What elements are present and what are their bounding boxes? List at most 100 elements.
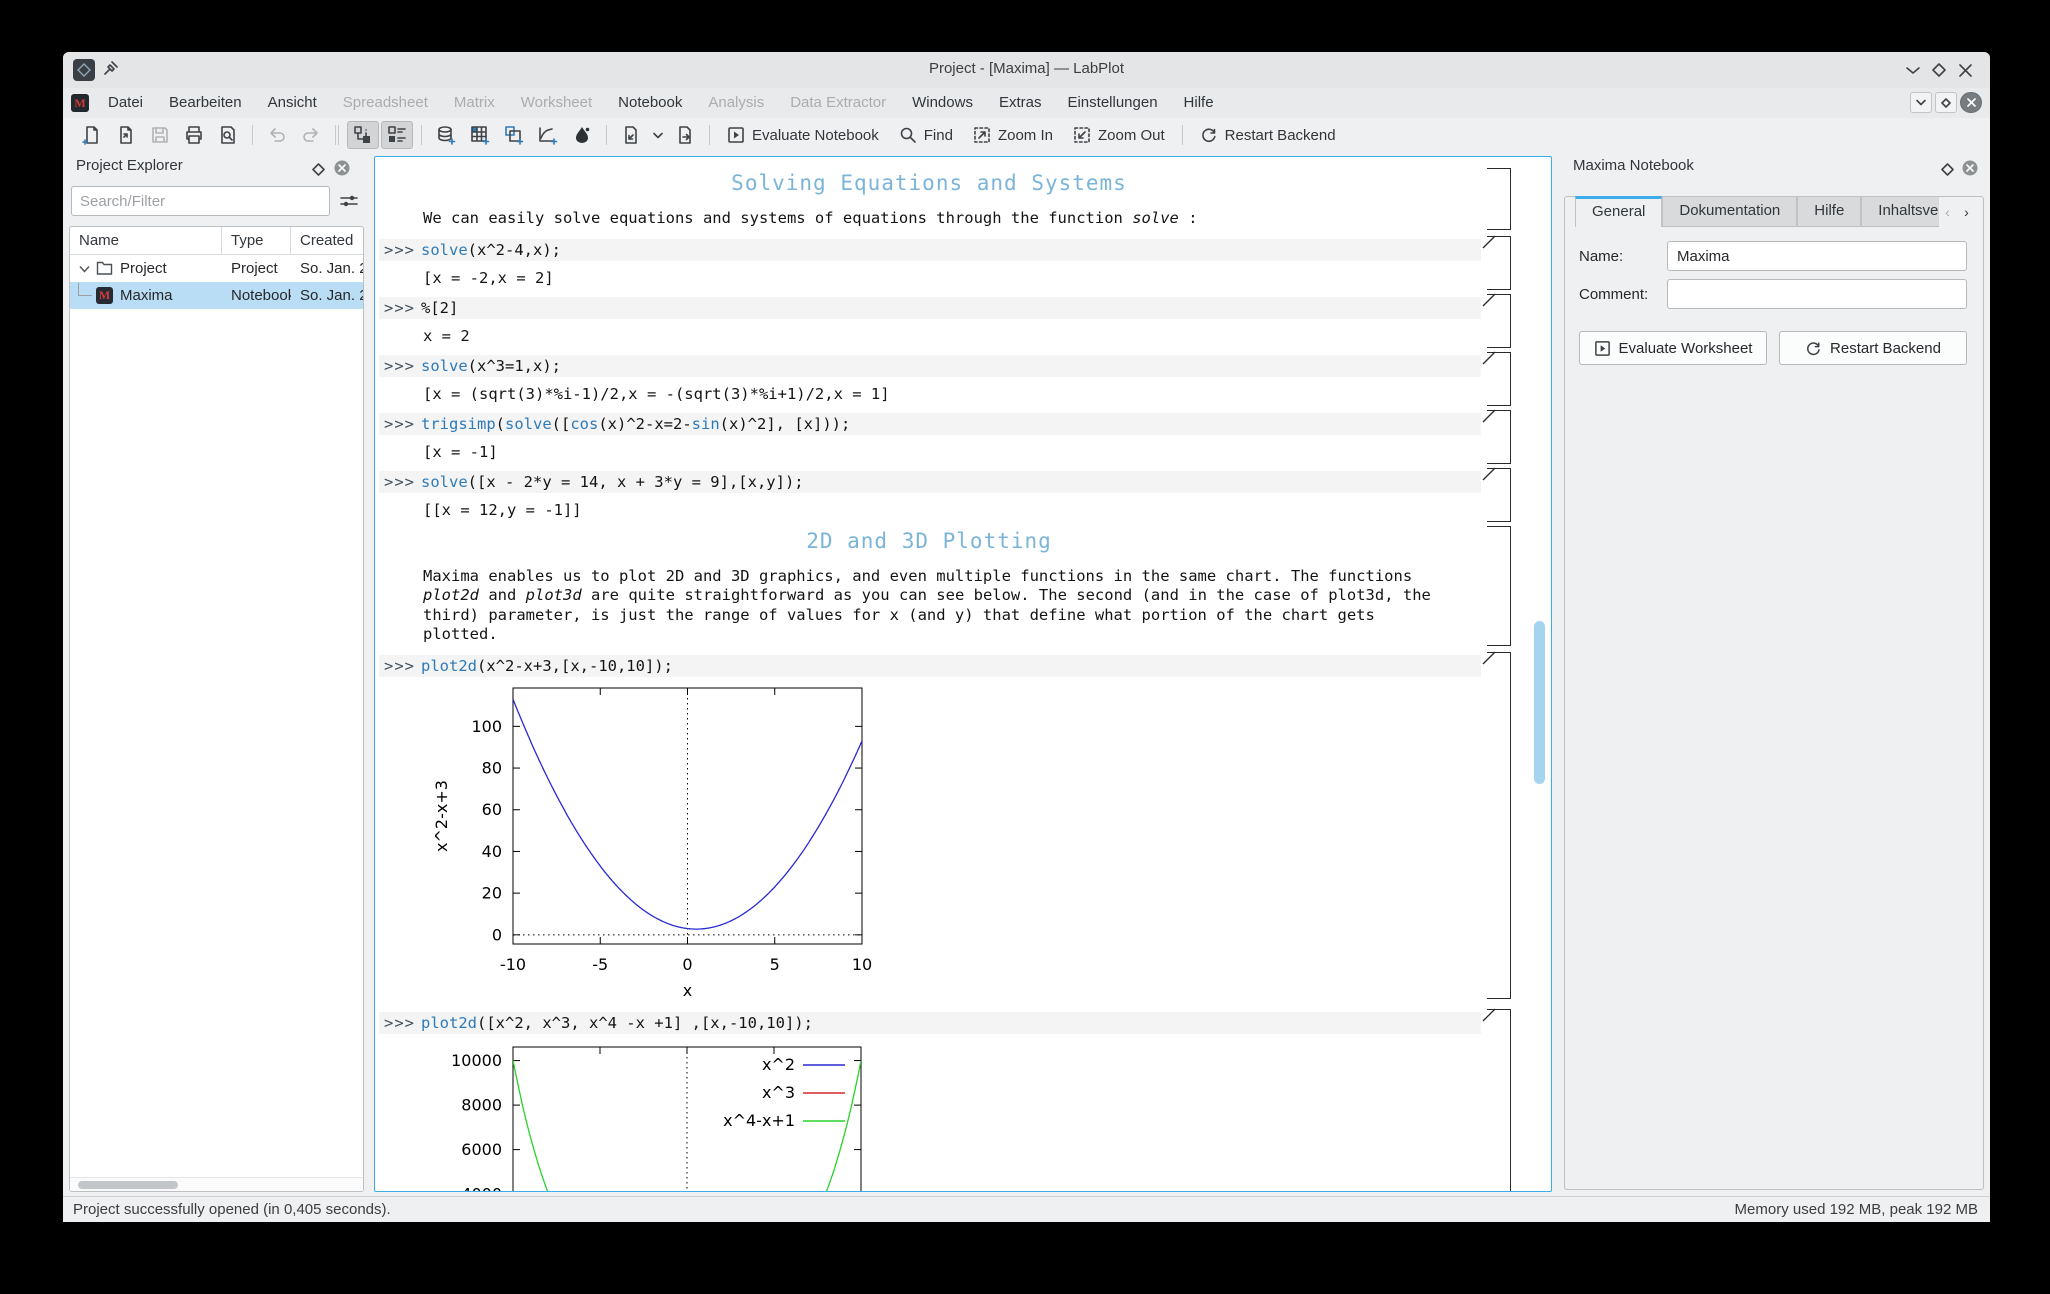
new-notebook-button[interactable]: [566, 121, 598, 149]
restart-backend-button[interactable]: Restart Backend: [1779, 331, 1967, 365]
tabs-scroll-left-icon[interactable]: ‹: [1939, 201, 1956, 223]
cell-bracket[interactable]: [1482, 1008, 1511, 1191]
mdi-minimize-button[interactable]: [1910, 92, 1932, 113]
menu-extras[interactable]: Extras: [986, 88, 1055, 118]
new-worksheet-button[interactable]: [498, 121, 530, 149]
command-code[interactable]: solve([x - 2*y = 14, x + 3*y = 9],[x,y])…: [421, 473, 804, 491]
cell-bracket[interactable]: [1482, 235, 1511, 290]
tree-item-created: So. Jan. 2 18:: [300, 287, 363, 304]
open-project-button[interactable]: [110, 121, 142, 149]
command-code[interactable]: solve(x^2-4,x);: [421, 241, 561, 259]
vertical-scrollbar[interactable]: [1533, 159, 1547, 1189]
vertical-scrollbar-thumb[interactable]: [1534, 621, 1545, 784]
command-code[interactable]: solve(x^3=1,x);: [421, 357, 561, 375]
tree-branch-line: [78, 282, 92, 296]
name-field[interactable]: [1667, 241, 1967, 271]
toggle-project-explorer-button[interactable]: [347, 121, 379, 149]
print-button[interactable]: [178, 121, 210, 149]
evaluate-notebook-button[interactable]: Evaluate Notebook: [717, 121, 889, 149]
properties-title: Maxima Notebook: [1573, 157, 1694, 174]
tabs-scroll-right-icon[interactable]: ›: [1958, 201, 1975, 223]
print-preview-button[interactable]: [212, 121, 244, 149]
notebook-command-cell[interactable]: >>> solve(x^3=1,x);: [379, 354, 1481, 377]
mdi-close-button[interactable]: [1960, 92, 1982, 113]
close-button[interactable]: [1954, 60, 1976, 80]
expand-chevron-icon[interactable]: [79, 265, 90, 273]
horizontal-scrollbar[interactable]: [70, 1177, 363, 1191]
tree-item-name: Project: [120, 260, 167, 277]
tree-row-project[interactable]: Project Project So. Jan. 2 18:: [70, 255, 363, 282]
svg-text:0: 0: [492, 925, 502, 944]
evaluate-worksheet-button[interactable]: Evaluate Worksheet: [1579, 331, 1767, 365]
menu-items: Datei Bearbeiten Ansicht Spreadsheet Matrix W…: [95, 88, 1227, 118]
cell-bracket[interactable]: [1482, 467, 1511, 522]
comment-field[interactable]: [1667, 279, 1967, 309]
tab-general[interactable]: General: [1575, 196, 1663, 227]
main-area: Project Explorer Name Type Created: [63, 152, 1990, 1196]
menu-analysis: Analysis: [708, 94, 765, 111]
export-button[interactable]: [669, 121, 701, 149]
menu-notebook[interactable]: Notebook: [605, 88, 695, 118]
svg-text:x: x: [683, 981, 692, 998]
tab-inhaltsverzeichn[interactable]: Inhaltsverzeichn: [1861, 196, 1939, 227]
mdi-window-controls: [1910, 92, 1982, 113]
menu-matrix: Matrix: [453, 94, 495, 111]
svg-text:60: 60: [482, 800, 502, 819]
find-button[interactable]: Find: [889, 121, 963, 149]
labplot-app-icon: M: [71, 94, 89, 112]
close-dock-icon[interactable]: [1962, 158, 1978, 186]
zoom-in-button[interactable]: Zoom In: [963, 121, 1063, 149]
menu-ansicht[interactable]: Ansicht: [255, 88, 330, 118]
notebook-command-cell[interactable]: >>> plot2d([x^2, x^3, x^4 -x +1] ,[x,-10,…: [379, 1011, 1481, 1034]
tree-header[interactable]: Name Type Created: [70, 227, 363, 255]
maxima-icon: M: [96, 287, 113, 304]
cell-bracket[interactable]: [1482, 409, 1511, 464]
cell-bracket[interactable]: [1487, 168, 1511, 230]
new-project-button[interactable]: [76, 121, 108, 149]
import-dropdown-button[interactable]: [649, 121, 667, 149]
tree-item-created: So. Jan. 2 18:: [300, 260, 363, 277]
maximize-button[interactable]: [1928, 60, 1950, 80]
toggle-properties-explorer-button[interactable]: [381, 121, 413, 149]
new-data-extractor-button[interactable]: [532, 121, 564, 149]
new-spreadsheet-button[interactable]: [430, 121, 462, 149]
float-dock-icon[interactable]: [1941, 158, 1954, 186]
menu-bearbeiten[interactable]: Bearbeiten: [156, 88, 255, 118]
command-code[interactable]: %[2]: [421, 299, 458, 317]
tree-row-maxima[interactable]: M Maxima Notebook So. Jan. 2 18:: [70, 282, 363, 309]
cell-bracket[interactable]: [1482, 651, 1511, 999]
cell-bracket[interactable]: [1482, 351, 1511, 406]
menu-windows[interactable]: Windows: [899, 88, 986, 118]
tab-dokumentation[interactable]: Dokumentation: [1662, 196, 1798, 227]
tab-hilfe[interactable]: Hilfe: [1797, 196, 1862, 227]
svg-text:40: 40: [482, 841, 502, 860]
minimize-button[interactable]: [1902, 60, 1924, 80]
horizontal-scrollbar-thumb[interactable]: [78, 1181, 178, 1189]
menu-datei[interactable]: Datei: [95, 88, 156, 118]
notebook-command-cell[interactable]: >>> solve([x - 2*y = 14, x + 3*y = 9],[x,…: [379, 470, 1481, 493]
notebook-command-cell[interactable]: >>> plot2d(x^2-x+3,[x,-10,10]);: [379, 654, 1481, 677]
close-dock-icon[interactable]: [334, 158, 350, 186]
cell-bracket[interactable]: [1482, 293, 1511, 348]
status-message: Project successfully opened (in 0,405 se…: [73, 1201, 391, 1218]
filter-options-icon[interactable]: [336, 186, 362, 216]
menu-hilfe[interactable]: Hilfe: [1171, 88, 1227, 118]
menu-einstellungen[interactable]: Einstellungen: [1054, 88, 1170, 118]
menubar: M Datei Bearbeiten Ansicht Spreadsheet Matri…: [63, 88, 1990, 118]
cell-bracket[interactable]: [1487, 526, 1511, 646]
import-button[interactable]: [615, 121, 647, 149]
restart-backend-button[interactable]: Restart Backend: [1190, 121, 1346, 149]
svg-text:6000: 6000: [461, 1140, 502, 1159]
new-matrix-button[interactable]: [464, 121, 496, 149]
notebook-command-cell[interactable]: >>> %[2]: [379, 296, 1481, 319]
command-code[interactable]: plot2d(x^2-x+3,[x,-10,10]);: [421, 657, 673, 675]
notebook-command-cell[interactable]: >>> trigsimp(solve([cos(x)^2-x=2-sin(x)^2…: [379, 412, 1481, 435]
notebook-command-cell[interactable]: >>> solve(x^2-4,x);: [379, 238, 1481, 261]
mdi-restore-button[interactable]: [1935, 92, 1957, 113]
search-input[interactable]: [71, 186, 330, 216]
float-dock-icon[interactable]: [312, 158, 325, 186]
zoom-out-button[interactable]: Zoom Out: [1063, 121, 1175, 149]
command-code[interactable]: trigsimp(solve([cos(x)^2-x=2-sin(x)^2], …: [421, 415, 850, 433]
command-code[interactable]: plot2d([x^2, x^3, x^4 -x +1] ,[x,-10,10]…: [421, 1014, 813, 1032]
titlebar: Project - [Maxima] — LabPlot: [63, 52, 1990, 88]
